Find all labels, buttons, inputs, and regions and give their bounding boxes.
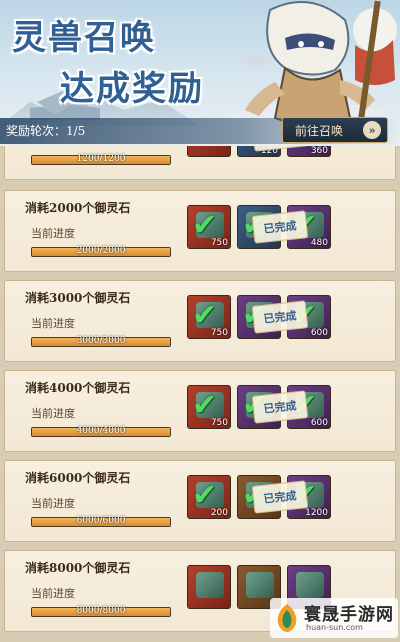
task-title: 消耗8000个御灵石 — [25, 561, 131, 575]
task-card: 消耗3000个御灵石当前进度3000/3000750✔✔600✔已完成 — [4, 280, 396, 362]
reward-item-icon — [296, 572, 324, 598]
check-icon: ✔ — [192, 146, 217, 154]
watermark-url: huan-sun.com — [306, 623, 363, 632]
task-title: 消耗2000个御灵石 — [25, 201, 131, 215]
completed-stamp: 已完成 — [251, 210, 309, 244]
check-icon: ✔ — [192, 388, 218, 423]
watermark-title: 寰晟手游网 — [304, 605, 394, 625]
goto-summon-label: 前往召唤 — [295, 123, 344, 138]
watermark-logo — [277, 604, 297, 632]
reward-round-label: 奖励轮次：1/5 — [6, 124, 86, 138]
check-icon: ✔ — [192, 208, 218, 243]
title-line-2: 达成奖励 — [60, 69, 204, 109]
progress-text: 4000/4000 — [76, 426, 126, 436]
progress-label: 当前进度 — [31, 407, 75, 420]
check-icon: ✔ — [192, 298, 218, 333]
task-card: 消耗2000个御灵石当前进度2000/2000750✔✔480✔已完成 — [4, 190, 396, 272]
progress-text: 3000/3000 — [76, 336, 126, 346]
completed-stamp: 已完成 — [251, 480, 309, 514]
progress-text: 2000/2000 — [76, 246, 126, 256]
progress-label: 当前进度 — [31, 317, 75, 330]
completed-stamp: 已完成 — [251, 300, 309, 334]
event-banner: 灵兽召唤 达成奖励 奖励轮次：1/5 前往召唤 » — [0, 0, 400, 146]
task-card: 消耗6000个御灵石当前进度6000/6000200✔✔1200✔已完成 — [4, 460, 396, 542]
task-card: 1200/1200✔120✔360✔已完成 — [4, 146, 396, 180]
progress-text: 8000/8000 — [76, 606, 126, 616]
reward-slot[interactable]: 750 ✔ — [187, 385, 231, 429]
title-line-1: 灵兽召唤 — [12, 18, 156, 58]
task-card: 消耗4000个御灵石当前进度4000/4000750✔✔600✔已完成 — [4, 370, 396, 452]
progress-label: 当前进度 — [31, 497, 75, 510]
task-title: 消耗6000个御灵石 — [25, 471, 131, 485]
task-title: 消耗3000个御灵石 — [25, 291, 131, 305]
double-chevron-right-icon: » — [363, 121, 381, 139]
goto-summon-button[interactable]: 前往召唤 » — [282, 117, 388, 143]
reward-slot[interactable]: 750 ✔ — [187, 205, 231, 249]
progress-label: 当前进度 — [31, 227, 75, 240]
completed-stamp: 已完成 — [251, 390, 309, 424]
reward-slot[interactable]: 750 ✔ — [187, 295, 231, 339]
reward-slot[interactable] — [187, 565, 231, 609]
check-icon: ✔ — [192, 478, 218, 513]
progress-text: 6000/6000 — [76, 516, 126, 526]
progress-label: 当前进度 — [31, 587, 75, 600]
task-list[interactable]: 1200/1200✔120✔360✔已完成消耗2000个御灵石当前进度2000/… — [0, 146, 400, 642]
reward-item-icon — [246, 572, 274, 598]
reward-slot[interactable]: 200 ✔ — [187, 475, 231, 519]
reward-item-icon — [196, 572, 224, 598]
reward-slot[interactable]: ✔ — [187, 146, 231, 157]
progress-text: 1200/1200 — [76, 154, 126, 164]
task-title: 消耗4000个御灵石 — [25, 381, 131, 395]
event-title: 灵兽召唤 达成奖励 — [12, 10, 204, 110]
